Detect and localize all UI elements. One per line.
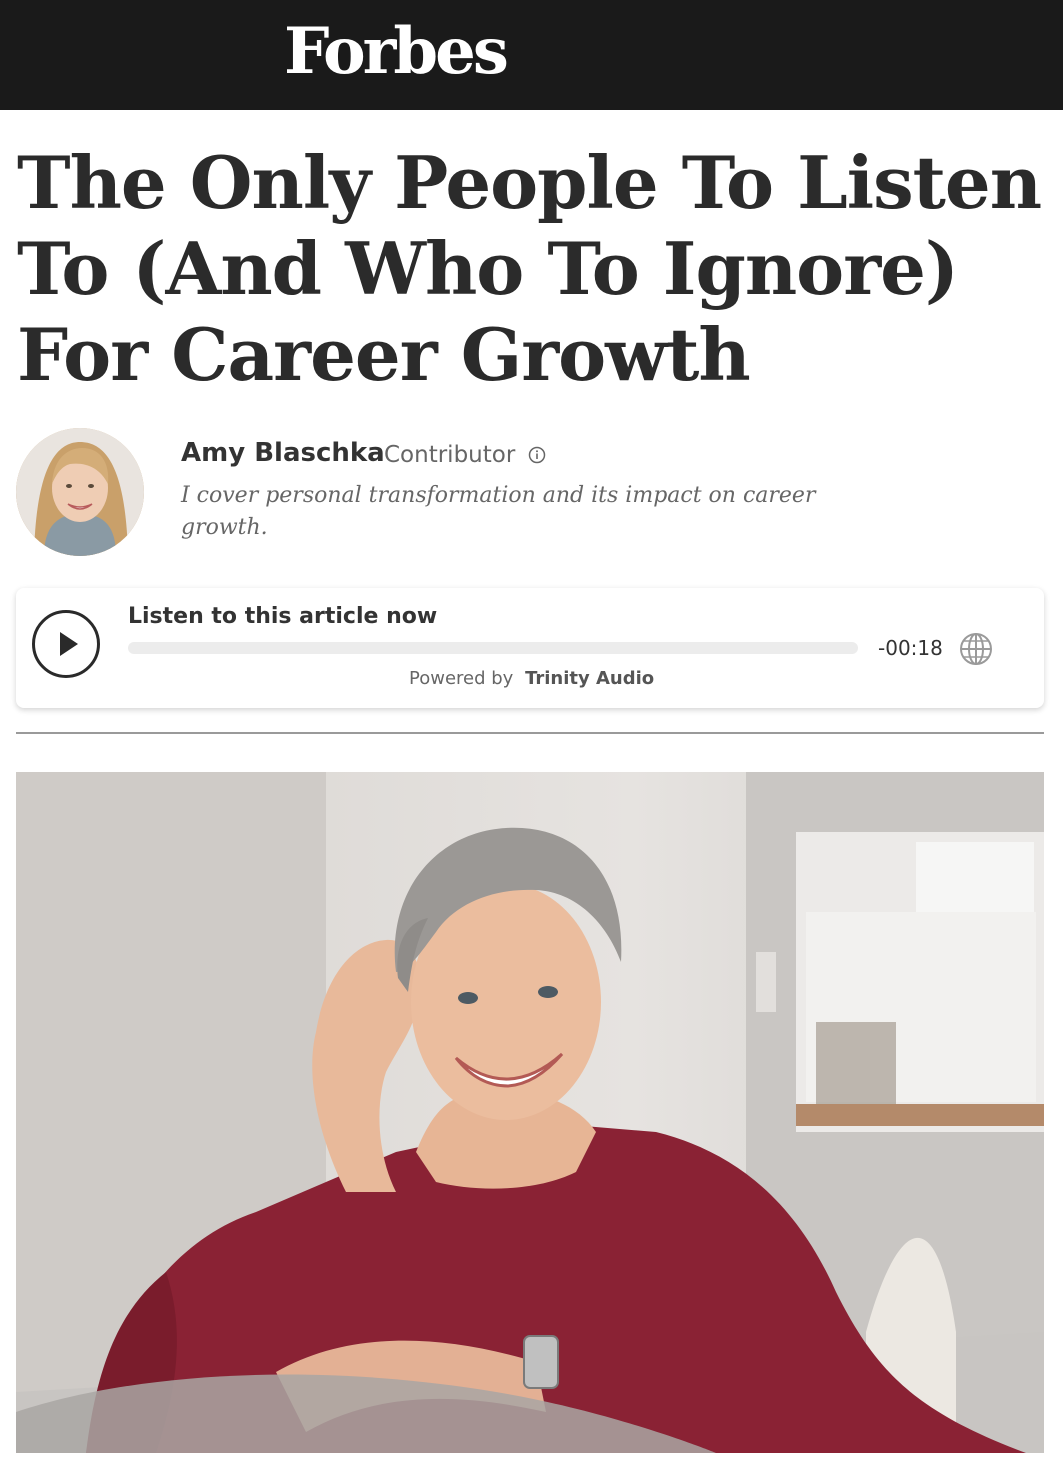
audio-player-title: Listen to this article now	[128, 604, 438, 629]
author-bio: I cover personal transformation and its …	[181, 483, 816, 540]
powered-by-label: Powered by	[409, 668, 514, 689]
audio-player: Listen to this article now -00:18 Powere…	[16, 588, 1044, 708]
section-divider	[16, 732, 1044, 734]
author-avatar[interactable]	[16, 428, 144, 556]
article-headline: The Only People To Listen To (And Who To…	[17, 140, 1042, 397]
author-name-link[interactable]: Amy Blaschka	[181, 438, 385, 468]
time-remaining: -00:18	[878, 636, 943, 660]
play-icon	[60, 632, 78, 656]
play-button[interactable]	[32, 610, 100, 678]
trinity-audio-link[interactable]: Trinity Audio	[525, 668, 654, 689]
hero-image	[16, 772, 1044, 1453]
powered-by: Powered by Trinity Audio	[409, 668, 654, 689]
forbes-logo[interactable]: Forbes	[284, 14, 509, 90]
site-header: Forbes	[0, 0, 1063, 110]
author-role: Contributor	[384, 442, 516, 468]
globe-icon[interactable]	[959, 632, 993, 666]
info-circle-icon[interactable]	[528, 446, 546, 464]
audio-progress-bar[interactable]	[128, 642, 858, 654]
